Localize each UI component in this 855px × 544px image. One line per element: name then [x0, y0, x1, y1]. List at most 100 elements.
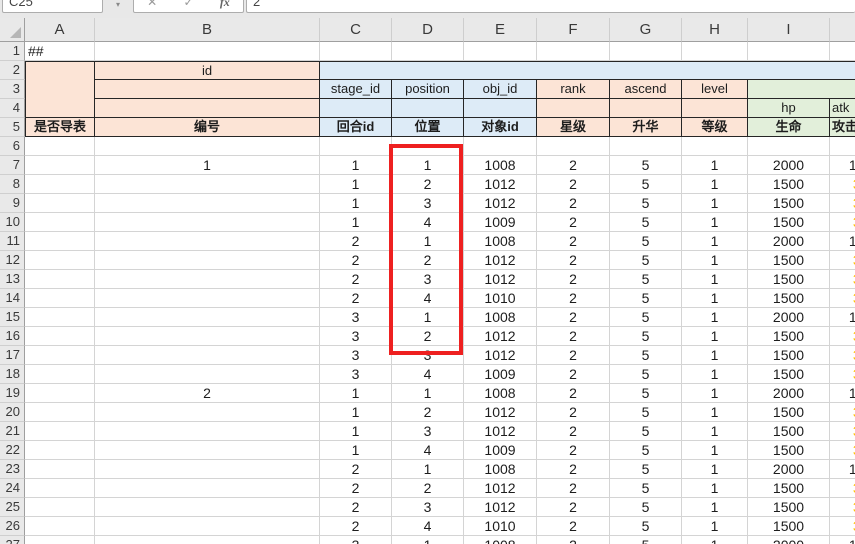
cell-I11[interactable]: 2000 [748, 232, 830, 251]
cell-G12[interactable]: 5 [610, 251, 682, 270]
cell-I24[interactable]: 1500 [748, 479, 830, 498]
cell-D14[interactable]: 4 [392, 289, 464, 308]
cell-G26[interactable]: 5 [610, 517, 682, 536]
cell-A27[interactable] [25, 536, 95, 544]
cell-G10[interactable]: 5 [610, 213, 682, 232]
cell-I26[interactable]: 1500 [748, 517, 830, 536]
cancel-icon[interactable]: ✕ [134, 0, 170, 12]
cell-B6[interactable] [95, 137, 320, 156]
header-cell-b4[interactable] [95, 99, 320, 118]
cell-B22[interactable] [95, 441, 320, 460]
cell-B8[interactable] [95, 175, 320, 194]
cell-I16[interactable]: 1500 [748, 327, 830, 346]
cell-E16[interactable]: 1012 [464, 327, 537, 346]
cell-D13[interactable]: 3 [392, 270, 464, 289]
select-all-corner[interactable] [0, 18, 25, 42]
cell-F19[interactable]: 2 [537, 384, 610, 403]
cell-H7[interactable]: 1 [682, 156, 748, 175]
header-cell-h5[interactable]: 等级 [682, 118, 748, 137]
cell-J22[interactable]: 300 [830, 441, 855, 460]
cell-F7[interactable]: 2 [537, 156, 610, 175]
cell-E7[interactable]: 1008 [464, 156, 537, 175]
cell-E19[interactable]: 1008 [464, 384, 537, 403]
cell-A9[interactable] [25, 194, 95, 213]
cell-D24[interactable]: 2 [392, 479, 464, 498]
cell-C16[interactable]: 3 [320, 327, 392, 346]
cell-B27[interactable] [95, 536, 320, 544]
cell-D21[interactable]: 3 [392, 422, 464, 441]
column-header-F[interactable]: F [537, 18, 610, 42]
cell-I21[interactable]: 1500 [748, 422, 830, 441]
cell-A25[interactable] [25, 498, 95, 517]
cell-I9[interactable]: 1500 [748, 194, 830, 213]
cell-E11[interactable]: 1008 [464, 232, 537, 251]
cell-F25[interactable]: 2 [537, 498, 610, 517]
cell-B24[interactable] [95, 479, 320, 498]
cell-D12[interactable]: 2 [392, 251, 464, 270]
cell-H13[interactable]: 1 [682, 270, 748, 289]
row-header-12[interactable]: 12 [0, 251, 25, 270]
cell-A1[interactable]: ## [25, 42, 95, 61]
cell-C20[interactable]: 1 [320, 403, 392, 422]
header-cell-f5[interactable]: 星级 [537, 118, 610, 137]
row-header-13[interactable]: 13 [0, 270, 25, 289]
column-header-G[interactable]: G [610, 18, 682, 42]
row-header-15[interactable]: 15 [0, 308, 25, 327]
row-header-14[interactable]: 14 [0, 289, 25, 308]
cell-I25[interactable]: 1500 [748, 498, 830, 517]
cell-B13[interactable] [95, 270, 320, 289]
cell-G18[interactable]: 5 [610, 365, 682, 384]
cell-B18[interactable] [95, 365, 320, 384]
cell-F18[interactable]: 2 [537, 365, 610, 384]
cell-E27[interactable]: 1008 [464, 536, 537, 544]
column-header-B[interactable]: B [95, 18, 320, 42]
cell-J9[interactable]: 300 [830, 194, 855, 213]
cell-A20[interactable] [25, 403, 95, 422]
row-header-7[interactable]: 7 [0, 156, 25, 175]
formula-input[interactable]: 2 [246, 0, 855, 13]
column-header-H[interactable]: H [682, 18, 748, 42]
cell-H9[interactable]: 1 [682, 194, 748, 213]
cell-A7[interactable] [25, 156, 95, 175]
cell-C1[interactable] [320, 42, 392, 61]
row-header-10[interactable]: 10 [0, 213, 25, 232]
row-header-8[interactable]: 8 [0, 175, 25, 194]
row-header-26[interactable]: 26 [0, 517, 25, 536]
header-cell-e5[interactable]: 对象id [464, 118, 537, 137]
column-header-A[interactable]: A [25, 18, 95, 42]
cell-C18[interactable]: 3 [320, 365, 392, 384]
cell-I18[interactable]: 1500 [748, 365, 830, 384]
cell-C6[interactable] [320, 137, 392, 156]
cell-A18[interactable] [25, 365, 95, 384]
cell-E22[interactable]: 1009 [464, 441, 537, 460]
header-cell-c4[interactable] [320, 99, 392, 118]
cell-E21[interactable]: 1012 [464, 422, 537, 441]
header-cell-b2[interactable]: id [95, 61, 320, 80]
cell-C27[interactable]: 3 [320, 536, 392, 544]
header-cell-c5[interactable]: 回合id [320, 118, 392, 137]
header-cell-d3[interactable]: position [392, 80, 464, 99]
column-header-I[interactable]: I [748, 18, 830, 42]
cell-D6[interactable] [392, 137, 464, 156]
row-header-19[interactable]: 19 [0, 384, 25, 403]
cell-D9[interactable]: 3 [392, 194, 464, 213]
cell-F26[interactable]: 2 [537, 517, 610, 536]
cell-C10[interactable]: 1 [320, 213, 392, 232]
cell-G27[interactable]: 5 [610, 536, 682, 544]
row-header-22[interactable]: 22 [0, 441, 25, 460]
cell-J7[interactable]: 1000 [830, 156, 855, 175]
cell-C14[interactable]: 2 [320, 289, 392, 308]
cell-J23[interactable]: 1000 [830, 460, 855, 479]
cell-G7[interactable]: 5 [610, 156, 682, 175]
cell-A10[interactable] [25, 213, 95, 232]
cell-I1[interactable] [748, 42, 830, 61]
cell-F14[interactable]: 2 [537, 289, 610, 308]
cell-A6[interactable] [25, 137, 95, 156]
cell-H18[interactable]: 1 [682, 365, 748, 384]
cell-C26[interactable]: 2 [320, 517, 392, 536]
cell-C17[interactable]: 3 [320, 346, 392, 365]
cell-J16[interactable]: 300 [830, 327, 855, 346]
cell-E1[interactable] [464, 42, 537, 61]
cell-B21[interactable] [95, 422, 320, 441]
cell-G17[interactable]: 5 [610, 346, 682, 365]
